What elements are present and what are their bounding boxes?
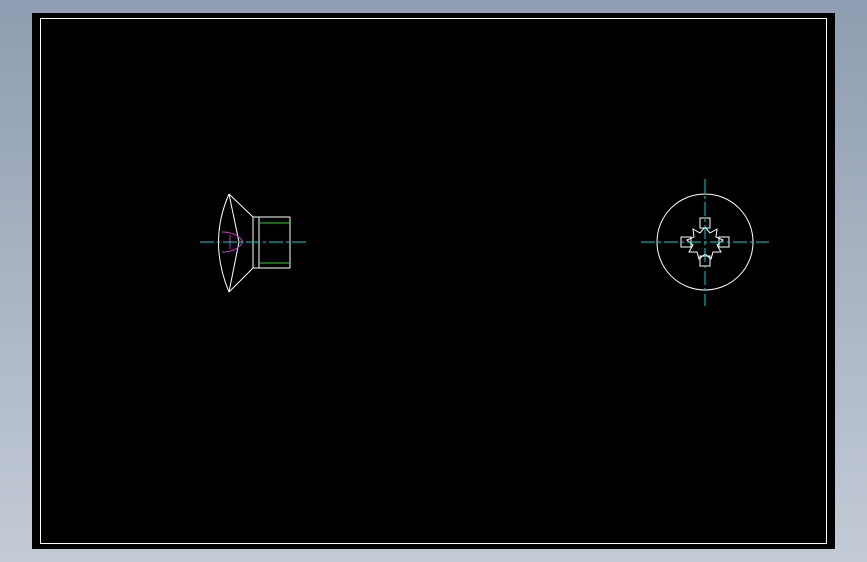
cad-drawing-canvas bbox=[40, 18, 827, 544]
screw-side-view[interactable] bbox=[200, 193, 306, 293]
screw-top-view[interactable] bbox=[641, 179, 769, 306]
screw-head-cone-top bbox=[239, 217, 253, 242]
screw-head-taper-top bbox=[228, 193, 240, 243]
cad-drawing-viewport[interactable] bbox=[32, 13, 835, 549]
drawing-border bbox=[40, 18, 827, 544]
screw-head-dome bbox=[218, 193, 230, 293]
